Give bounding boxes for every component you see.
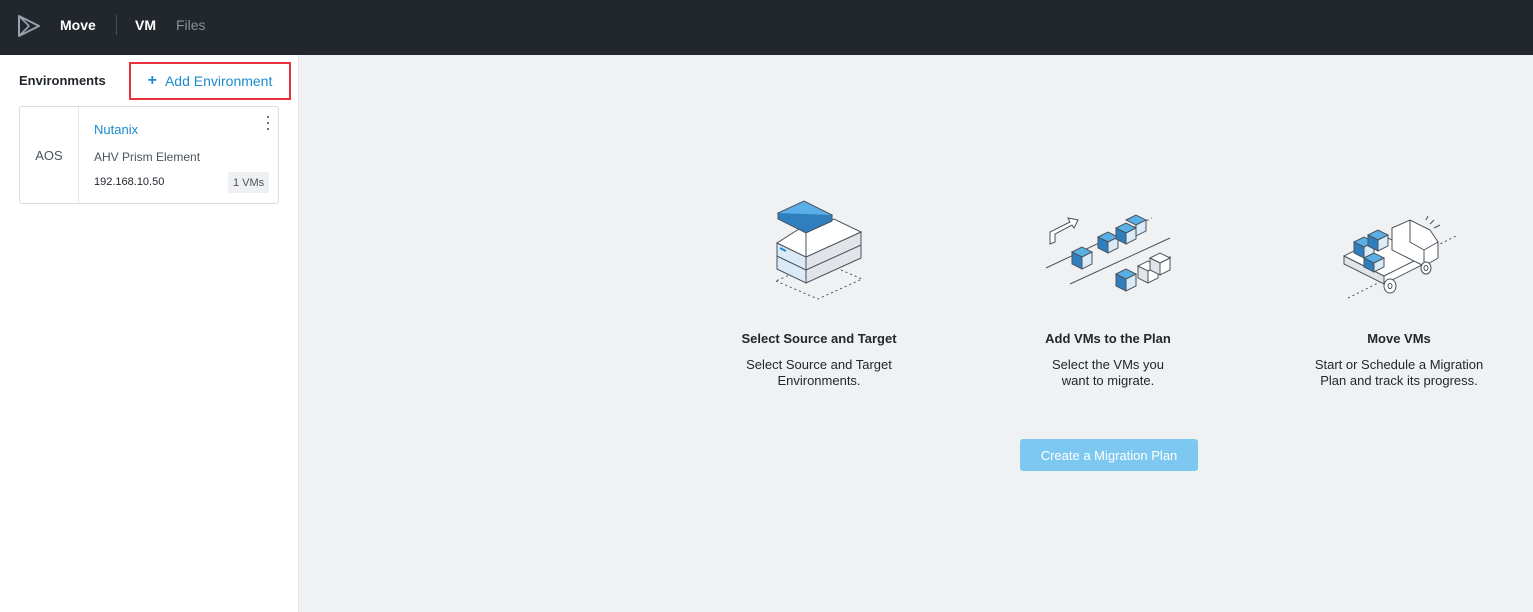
- step-3-description: Start or Schedule a Migration Plan and t…: [1289, 357, 1509, 389]
- add-environment-label: Add Environment: [164, 73, 273, 89]
- nav-vm-tab[interactable]: VM: [135, 17, 156, 33]
- step-2-description: Select the VMs you want to migrate.: [998, 357, 1218, 389]
- add-vms-illustration-icon: [1045, 214, 1173, 292]
- environment-name-link[interactable]: Nutanix: [94, 122, 138, 137]
- step-2-desc-line-1: Select the VMs you: [1052, 357, 1164, 372]
- add-environment-button[interactable]: + Add Environment: [129, 62, 291, 100]
- step-1-desc-line-2: Environments.: [777, 373, 861, 388]
- source-target-illustration-icon: [774, 200, 864, 300]
- move-logo-icon[interactable]: [16, 14, 42, 38]
- environment-card[interactable]: AOS Nutanix AHV Prism Element 192.168.10…: [19, 106, 279, 204]
- step-1-description: Select Source and Target Environments.: [709, 357, 929, 389]
- header-divider: [116, 15, 117, 35]
- step-3-desc-line-2: Plan and track its progress.: [1320, 373, 1478, 388]
- step-3-desc-line-1: Start or Schedule a Migration: [1314, 357, 1484, 372]
- environments-sidebar: Environments + Add Environment AOS Nutan…: [0, 55, 299, 612]
- environment-type: AOS: [20, 107, 79, 203]
- app-name: Move: [60, 17, 96, 33]
- step-1-desc-line-1: Select Source and Target: [746, 357, 892, 372]
- create-migration-plan-button[interactable]: Create a Migration Plan: [1020, 439, 1198, 471]
- step-2-desc-line-2: want to migrate.: [1061, 373, 1155, 388]
- step-3-title: Move VMs: [1367, 331, 1431, 346]
- step-1-title: Select Source and Target: [741, 331, 897, 346]
- step-2-title: Add VMs to the Plan: [1045, 331, 1171, 346]
- environments-title: Environments: [19, 73, 106, 88]
- vm-count-badge: 1 VMs: [228, 172, 270, 193]
- kebab-menu-icon[interactable]: [264, 116, 272, 130]
- environment-ip: 192.168.10.50: [94, 176, 165, 188]
- nav-files-tab[interactable]: Files: [176, 17, 206, 33]
- environment-subtitle: AHV Prism Element: [94, 150, 201, 164]
- move-vms-truck-illustration-icon: [1342, 215, 1457, 299]
- plus-icon: +: [147, 72, 157, 89]
- top-bar: Move VM Files: [0, 0, 1533, 55]
